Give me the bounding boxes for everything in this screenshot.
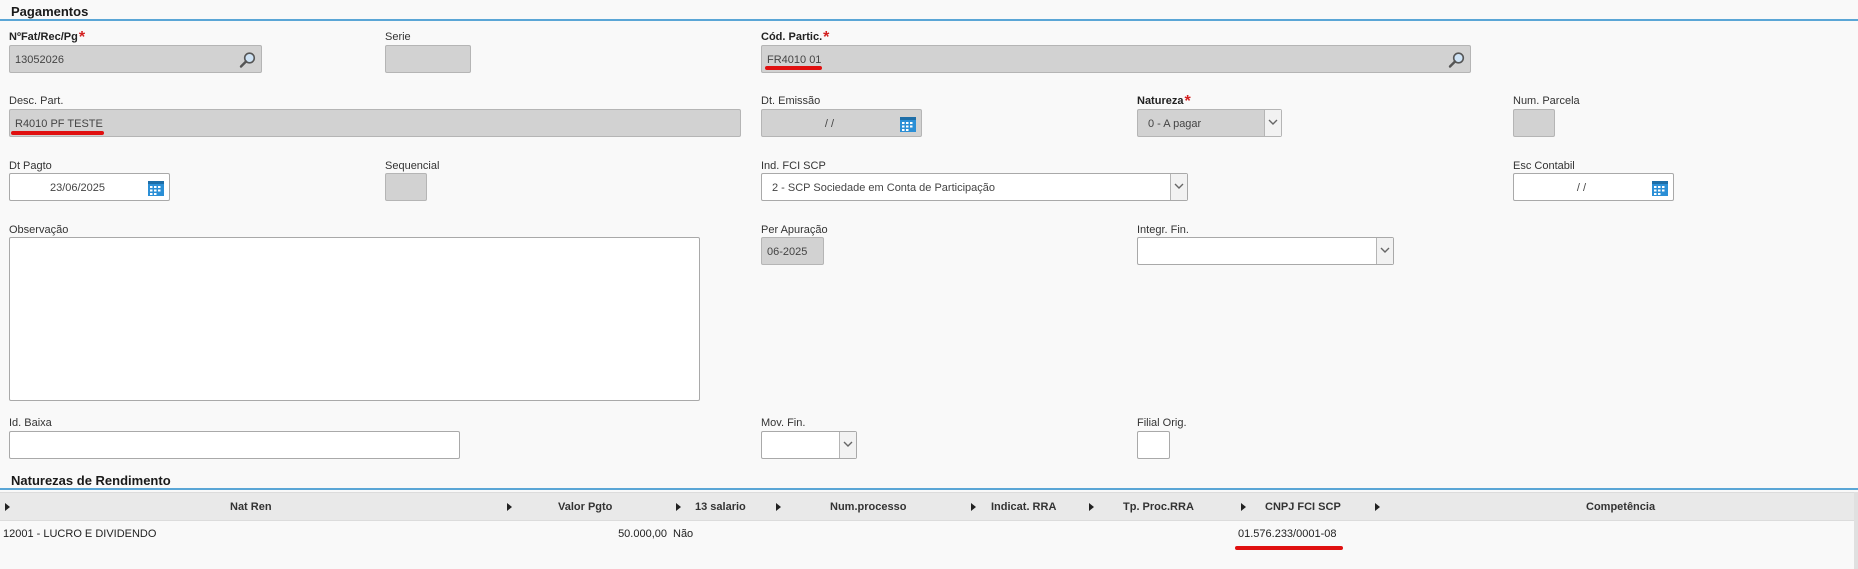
natureza-select[interactable]: 0 - A pagar xyxy=(1137,109,1282,137)
desc-part-input[interactable]: R4010 PF TESTE xyxy=(9,109,741,137)
column-arrow-icon[interactable] xyxy=(971,503,976,511)
col-nat-ren[interactable]: Nat Ren xyxy=(230,501,272,513)
ind-fci-scp-label: Ind. FCI SCP xyxy=(761,160,826,172)
nfat-label: NºFat/Rec/Pg* xyxy=(9,29,86,46)
highlight-underline xyxy=(11,131,104,135)
calendar-icon[interactable] xyxy=(899,115,917,133)
cod-partic-label: Cód. Partic.* xyxy=(761,29,830,46)
required-marker: * xyxy=(78,29,86,46)
per-apuracao-input[interactable]: 06-2025 xyxy=(761,237,824,265)
col-indicat-rra[interactable]: Indicat. RRA xyxy=(991,501,1056,513)
filial-orig-label: Filial Orig. xyxy=(1137,417,1187,429)
col-valor-pgto[interactable]: Valor Pgto xyxy=(558,501,612,513)
section-title-pagamentos: Pagamentos xyxy=(11,4,89,19)
chevron-down-icon[interactable] xyxy=(1170,174,1187,200)
grid-scrollbar[interactable] xyxy=(1854,492,1858,569)
mov-fin-select[interactable] xyxy=(761,431,857,459)
nfat-input[interactable]: 13052026 xyxy=(9,45,262,73)
filial-orig-input[interactable] xyxy=(1137,431,1170,459)
esc-contabil-label: Esc Contabil xyxy=(1513,160,1575,172)
table-row[interactable]: 12001 - LUCRO E DIVIDENDO 50.000,00 Não … xyxy=(0,520,1854,549)
section-divider xyxy=(0,488,1858,490)
serie-label: Serie xyxy=(385,31,411,43)
cell-nat-ren: 12001 - LUCRO E DIVIDENDO xyxy=(3,528,157,540)
required-marker: * xyxy=(1184,93,1191,110)
column-arrow-icon[interactable] xyxy=(5,503,10,511)
integr-fin-select[interactable] xyxy=(1137,237,1394,265)
highlight-underline xyxy=(1235,546,1343,550)
num-parcela-input[interactable] xyxy=(1513,109,1555,137)
search-icon[interactable] xyxy=(239,51,257,69)
column-arrow-icon[interactable] xyxy=(776,503,781,511)
natureza-label: Natureza* xyxy=(1137,93,1191,110)
column-arrow-icon[interactable] xyxy=(507,503,512,511)
col-competencia[interactable]: Competência xyxy=(1586,501,1655,513)
ind-fci-scp-select[interactable]: 2 - SCP Sociedade em Conta de Participaç… xyxy=(761,173,1188,201)
section-title-naturezas: Naturezas de Rendimento xyxy=(11,473,171,488)
sequencial-input[interactable] xyxy=(385,173,427,201)
section-divider xyxy=(0,19,1858,21)
col-tp-proc-rra[interactable]: Tp. Proc.RRA xyxy=(1123,501,1194,513)
observacao-textarea[interactable] xyxy=(9,237,700,401)
column-arrow-icon[interactable] xyxy=(1375,503,1380,511)
calendar-icon[interactable] xyxy=(1651,179,1669,197)
chevron-down-icon[interactable] xyxy=(1264,110,1281,136)
chevron-down-icon[interactable] xyxy=(1376,238,1393,264)
column-arrow-icon[interactable] xyxy=(1089,503,1094,511)
id-baixa-label: Id. Baixa xyxy=(9,417,52,429)
col-cnpj-fci-scp[interactable]: CNPJ FCI SCP xyxy=(1265,501,1341,513)
calendar-icon[interactable] xyxy=(147,179,165,197)
integr-fin-label: Integr. Fin. xyxy=(1137,224,1189,236)
mov-fin-label: Mov. Fin. xyxy=(761,417,806,429)
col-13-salario[interactable]: 13 salario xyxy=(695,501,746,513)
chevron-down-icon[interactable] xyxy=(839,432,856,458)
esc-contabil-input[interactable]: / / xyxy=(1513,173,1674,201)
dt-pagto-input[interactable]: 23/06/2025 xyxy=(9,173,170,201)
dt-pagto-label: Dt Pagto xyxy=(9,160,52,172)
desc-part-label: Desc. Part. xyxy=(9,95,64,107)
cod-partic-input[interactable]: FR4010 01 xyxy=(761,45,1471,73)
column-arrow-icon[interactable] xyxy=(1241,503,1246,511)
per-apuracao-label: Per Apuração xyxy=(761,224,828,236)
num-parcela-label: Num. Parcela xyxy=(1513,95,1580,107)
highlight-underline xyxy=(765,66,822,70)
observacao-label: Observação xyxy=(9,224,69,236)
cell-cnpj-fci-scp: 01.576.233/0001-08 xyxy=(1238,528,1337,540)
serie-input[interactable] xyxy=(385,45,471,73)
col-num-processo[interactable]: Num.processo xyxy=(830,501,906,513)
sequencial-label: Sequencial xyxy=(385,160,440,172)
dt-emissao-label: Dt. Emissão xyxy=(761,95,821,107)
grid-header: Nat Ren Valor Pgto 13 salario Num.proces… xyxy=(0,492,1854,521)
column-arrow-icon[interactable] xyxy=(676,503,681,511)
dt-emissao-input[interactable]: / / xyxy=(761,109,922,137)
required-marker: * xyxy=(823,29,830,46)
cell-13-salario: Não xyxy=(673,528,694,540)
id-baixa-input[interactable] xyxy=(9,431,460,459)
search-icon[interactable] xyxy=(1448,51,1466,69)
cell-valor-pgto: 50.000,00 xyxy=(618,528,667,540)
